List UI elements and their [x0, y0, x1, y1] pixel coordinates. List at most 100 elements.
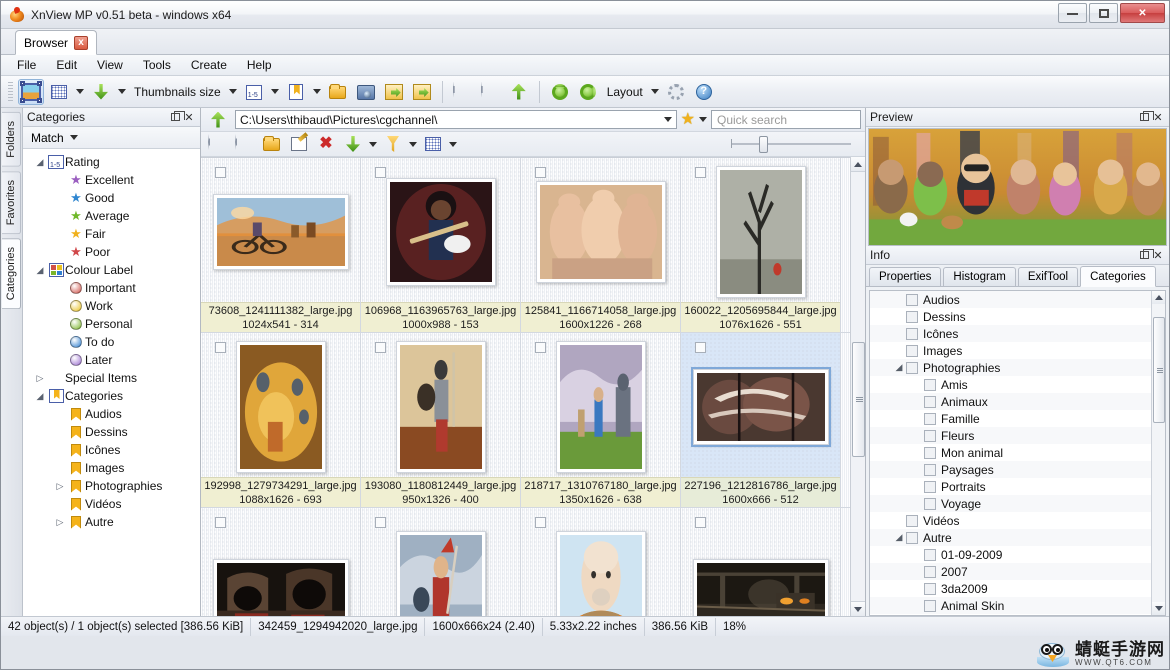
category-tree-item[interactable]: Audios	[23, 405, 200, 423]
thumbnail-checkbox[interactable]	[695, 167, 706, 178]
thumbnail-cell[interactable]: 125841_1166714058_large.jpg 1600x1226 - 2…	[521, 158, 681, 332]
new-folder-icon[interactable]	[325, 79, 351, 105]
thumbnail-cell[interactable]: 160022_1205695844_large.jpg 1076x1626 - 5…	[681, 158, 841, 332]
twisty-icon[interactable]: ▷	[33, 373, 47, 384]
thumbnail-cell[interactable]	[681, 508, 841, 616]
thumbnail-grid-dropdown[interactable]	[74, 89, 86, 94]
category-checkbox[interactable]	[924, 429, 936, 442]
thumbnail-size-slider[interactable]	[731, 136, 851, 153]
info-category-row[interactable]: Images	[870, 342, 1151, 359]
category-tree-item[interactable]: ▷ Special Items	[23, 369, 200, 387]
thumbnail-photo[interactable]	[690, 367, 831, 447]
thumbnail-image-area[interactable]	[361, 158, 520, 302]
category-tree-item[interactable]: Icônes	[23, 441, 200, 459]
info-category-row[interactable]: Vidéos	[870, 512, 1151, 529]
screenshot-icon[interactable]	[353, 79, 379, 105]
float-icon[interactable]	[168, 110, 185, 124]
info-category-row[interactable]: Fleurs	[870, 427, 1151, 444]
filter-icon[interactable]	[380, 131, 406, 157]
category-checkbox[interactable]	[924, 463, 936, 476]
back-icon[interactable]	[450, 79, 476, 105]
categories-icon[interactable]	[283, 79, 309, 105]
thumbnail-photo[interactable]	[395, 531, 486, 616]
category-checkbox[interactable]	[906, 514, 918, 527]
up-icon[interactable]	[506, 79, 532, 105]
info-category-row[interactable]: Animaux	[870, 393, 1151, 410]
category-checkbox[interactable]	[924, 395, 936, 408]
rotate-right-icon[interactable]	[575, 79, 601, 105]
float-icon[interactable]	[1137, 110, 1154, 124]
thumbnails-size-dropdown[interactable]	[227, 89, 239, 94]
category-tree-item[interactable]: ★ Poor	[23, 243, 200, 261]
thumbnail-checkbox[interactable]	[375, 342, 386, 353]
rating-icon[interactable]	[241, 79, 267, 105]
scroll-up-icon[interactable]	[850, 157, 865, 172]
view-grid-icon[interactable]	[420, 131, 446, 157]
thumbnail-cell[interactable]: 227196_1212816786_large.jpg 1600x666 - 51…	[681, 333, 841, 507]
category-tree-item[interactable]: Images	[23, 459, 200, 477]
category-tree-item[interactable]: ◢ Colour Label	[23, 261, 200, 279]
category-checkbox[interactable]	[906, 293, 918, 306]
thumbnail-checkbox[interactable]	[695, 342, 706, 353]
info-categories-tree[interactable]: Audios Dessins Icônes Images ◢ Photographies A…	[869, 290, 1166, 616]
menu-help[interactable]: Help	[237, 56, 282, 74]
thumbnail-image-area[interactable]	[201, 158, 360, 302]
close-button[interactable]: ✕	[1120, 3, 1165, 23]
scrollbar-thumb[interactable]	[1153, 317, 1165, 423]
menu-tools[interactable]: Tools	[133, 56, 181, 74]
thumbnail-photo[interactable]	[235, 341, 326, 473]
tab-properties[interactable]: Properties	[869, 267, 942, 286]
import-icon[interactable]	[409, 79, 435, 105]
chevron-down-icon[interactable]	[69, 135, 78, 140]
category-tree-item[interactable]: ★ Fair	[23, 225, 200, 243]
category-checkbox[interactable]	[924, 548, 936, 561]
forward-icon[interactable]	[478, 79, 504, 105]
thumbnail-photo[interactable]	[385, 178, 496, 286]
category-checkbox[interactable]	[906, 361, 918, 374]
rotate-left-icon[interactable]	[547, 79, 573, 105]
thumbnail-checkbox[interactable]	[535, 342, 546, 353]
sort-dropdown[interactable]	[367, 141, 379, 147]
thumbnail-checkbox[interactable]	[215, 167, 226, 178]
category-tree-item[interactable]: Work	[23, 297, 200, 315]
scrollbar-thumb[interactable]	[852, 342, 865, 457]
category-tree-item[interactable]: ▷ Photographies	[23, 477, 200, 495]
thumbnail-photo[interactable]	[715, 166, 806, 298]
layout-dropdown[interactable]	[649, 89, 661, 94]
category-checkbox[interactable]	[906, 531, 918, 544]
category-tree-item[interactable]: ★ Average	[23, 207, 200, 225]
tab-exiftool[interactable]: ExifTool	[1017, 267, 1079, 286]
export-icon[interactable]	[381, 79, 407, 105]
category-tree-item[interactable]: ◢ Rating	[23, 153, 200, 171]
category-tree-item[interactable]: ▷ Autre	[23, 513, 200, 531]
thumbnail-image-area[interactable]	[201, 333, 360, 477]
thumbnail-photo[interactable]	[212, 194, 349, 270]
category-checkbox[interactable]	[906, 310, 918, 323]
info-category-row[interactable]: Icônes	[870, 325, 1151, 342]
toolbar-grip[interactable]	[8, 81, 13, 102]
info-category-row[interactable]: Dessins	[870, 308, 1151, 325]
tab-browser[interactable]: Browser x	[15, 30, 98, 55]
rail-tab-categories[interactable]: Categories	[2, 237, 21, 310]
category-checkbox[interactable]	[924, 565, 936, 578]
sort-arrow-icon[interactable]	[88, 79, 114, 105]
thumbnail-image-area[interactable]	[361, 333, 520, 477]
star-icon[interactable]: ★	[681, 111, 695, 128]
info-category-row[interactable]: Voyage	[870, 495, 1151, 512]
info-category-row[interactable]: Amis	[870, 376, 1151, 393]
view-dropdown[interactable]	[447, 141, 459, 147]
sort-dropdown[interactable]	[116, 89, 128, 94]
category-tree-item[interactable]: ★ Good	[23, 189, 200, 207]
float-icon[interactable]	[1137, 248, 1154, 262]
info-category-row[interactable]: ◢ Photographies	[870, 359, 1151, 376]
thumbnail-grid[interactable]: 73608_1241111382_large.jpg 1024x541 - 314…	[201, 157, 850, 616]
maximize-button[interactable]	[1089, 3, 1118, 23]
rail-tab-folders[interactable]: Folders	[2, 112, 21, 167]
thumbnail-scrollbar[interactable]	[850, 157, 865, 616]
thumbnail-checkbox[interactable]	[375, 517, 386, 528]
thumbnail-checkbox[interactable]	[215, 342, 226, 353]
thumbnail-photo[interactable]	[555, 341, 646, 473]
category-checkbox[interactable]	[924, 497, 936, 510]
info-categories-list[interactable]: Audios Dessins Icônes Images ◢ Photographies A…	[870, 291, 1151, 615]
view-mode-icon[interactable]	[18, 78, 44, 105]
